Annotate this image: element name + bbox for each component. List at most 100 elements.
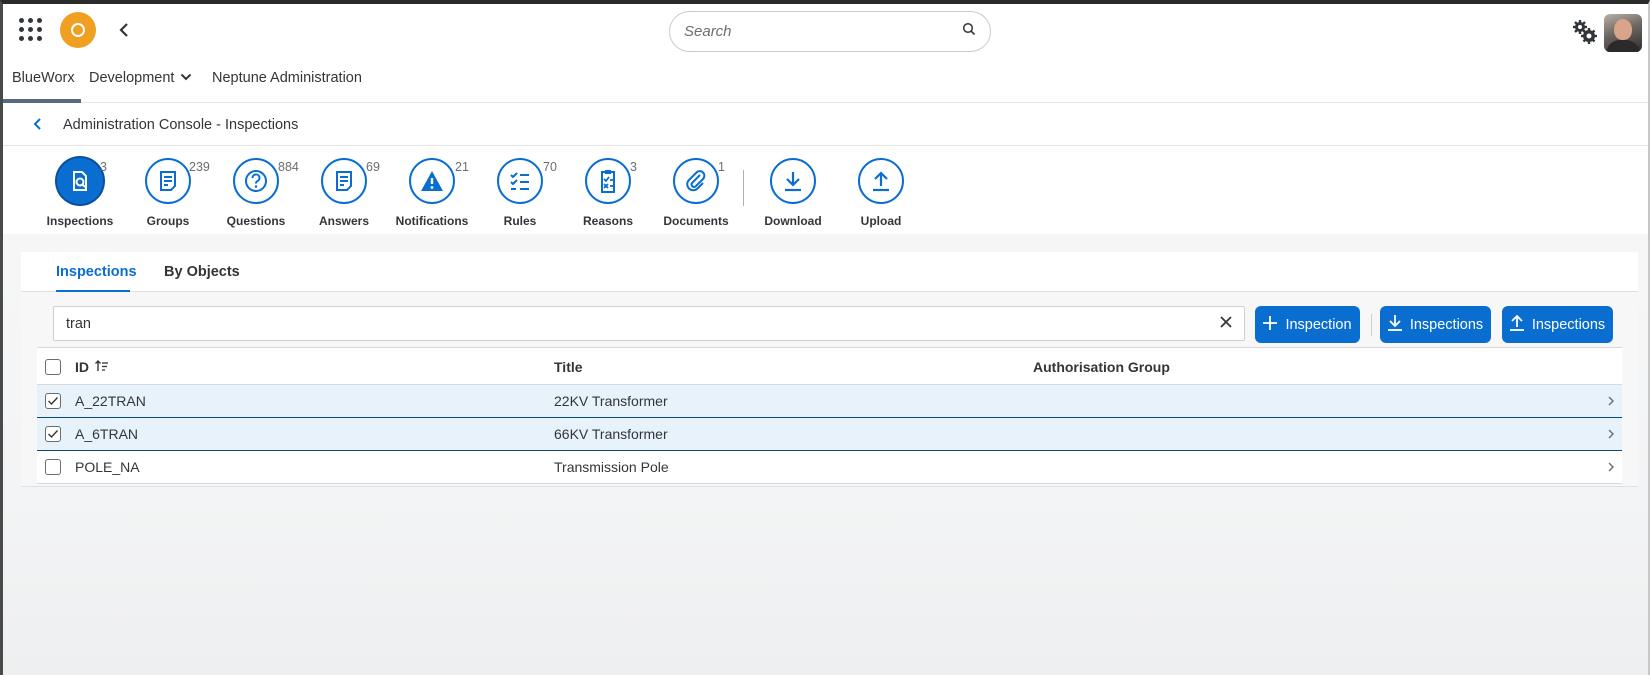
- grid-menu-icon[interactable]: [19, 18, 43, 42]
- column-label: ID: [75, 359, 89, 375]
- table-header: ID Title Authorisation Group: [37, 347, 1622, 385]
- cell-id: A_22TRAN: [75, 393, 146, 409]
- content-area: Inspections By Objects tran Inspection I…: [3, 234, 1648, 675]
- tab-notifications[interactable]: 21 Notifications: [390, 158, 474, 228]
- user-avatar[interactable]: [1604, 14, 1642, 52]
- column-header-id[interactable]: ID: [75, 359, 109, 375]
- nav-item-label: BlueWorx: [12, 70, 75, 86]
- button-label: Inspections: [1409, 316, 1484, 333]
- tab-rules[interactable]: 70 Rules: [478, 158, 562, 228]
- row-checkbox[interactable]: [45, 459, 61, 475]
- tab-separator: [743, 170, 744, 206]
- tab-questions[interactable]: 884 Questions: [214, 158, 299, 228]
- nav-item-development[interactable]: Development: [89, 70, 192, 86]
- plus-icon: [1263, 315, 1278, 334]
- filter-field[interactable]: tran: [53, 306, 1245, 341]
- sub-tab-bar: Inspections By Objects: [21, 252, 1638, 293]
- nav-item-label: Neptune Administration: [212, 70, 362, 86]
- cell-title: 22KV Transformer: [554, 393, 668, 409]
- row-checkbox[interactable]: [45, 393, 61, 409]
- tab-label: Rules: [503, 214, 537, 228]
- tab-count: 884: [278, 160, 299, 174]
- tab-download[interactable]: Download: [751, 158, 835, 228]
- chevron-down-icon: [180, 70, 192, 86]
- cell-title: 66KV Transformer: [554, 426, 668, 442]
- tab-count: 3: [100, 160, 107, 174]
- cell-title: Transmission Pole: [554, 459, 669, 475]
- button-label: Inspections: [1531, 316, 1606, 333]
- upload-icon: [1509, 314, 1524, 335]
- inspections-list-panel: tran Inspection Inspections Inspections: [21, 292, 1638, 487]
- checklist-clipboard-icon: [585, 158, 631, 204]
- nav-item-blueworx[interactable]: BlueWorx: [12, 70, 75, 86]
- column-header-title[interactable]: Title: [554, 359, 583, 375]
- inspections-table: ID Title Authorisation Group A_22TRAN 22…: [37, 347, 1622, 484]
- inspection-search-icon: [57, 158, 103, 204]
- tab-inspections[interactable]: 3 Inspections: [38, 158, 122, 228]
- tab-label: Upload: [860, 214, 902, 228]
- toolbar-separator: [1371, 314, 1372, 336]
- table-row[interactable]: POLE_NA Transmission Pole: [37, 451, 1622, 484]
- tab-label: Questions: [226, 214, 286, 228]
- tab-count: 21: [455, 160, 469, 174]
- download-icon: [770, 158, 816, 204]
- paperclip-icon: [673, 158, 719, 204]
- icon-tab-bar: 3 Inspections 239 Groups 884 Questions 6…: [3, 146, 1648, 238]
- tab-label: Inspections: [46, 214, 114, 228]
- tab-count: 1: [718, 160, 725, 174]
- tab-label: Documents: [663, 214, 729, 228]
- search-field[interactable]: Search: [669, 11, 991, 52]
- download-icon: [1387, 314, 1402, 335]
- chevron-right-icon[interactable]: [1605, 460, 1617, 474]
- question-mark-icon: [233, 158, 279, 204]
- sort-ascending-icon[interactable]: [95, 359, 109, 375]
- download-inspections-button[interactable]: Inspections: [1380, 306, 1491, 343]
- settings-gears-icon[interactable]: [1571, 18, 1599, 46]
- chevron-right-icon[interactable]: [1605, 427, 1617, 441]
- subtab-inspections[interactable]: Inspections: [56, 264, 137, 280]
- back-arrow-icon[interactable]: [113, 18, 135, 42]
- page-header: Administration Console - Inspections: [3, 103, 1648, 146]
- nav-item-neptune-administration[interactable]: Neptune Administration: [212, 70, 362, 86]
- tab-upload[interactable]: Upload: [839, 158, 923, 228]
- shell-bar: Search: [3, 4, 1648, 56]
- clear-icon[interactable]: [1220, 315, 1232, 333]
- tab-label: Groups: [146, 214, 190, 228]
- chevron-right-icon[interactable]: [1605, 394, 1617, 408]
- tab-groups[interactable]: 239 Groups: [126, 158, 210, 228]
- tab-label: Answers: [318, 214, 370, 228]
- upload-inspections-button[interactable]: Inspections: [1502, 306, 1613, 343]
- alert-triangle-icon: [409, 158, 455, 204]
- search-icon[interactable]: [962, 22, 976, 41]
- tab-count: 69: [366, 160, 380, 174]
- company-logo[interactable]: [60, 12, 96, 48]
- upload-icon: [858, 158, 904, 204]
- back-chevron-icon[interactable]: [29, 115, 47, 133]
- cell-id: A_6TRAN: [75, 426, 139, 442]
- tab-label: Reasons: [582, 214, 634, 228]
- tab-answers[interactable]: 69 Answers: [302, 158, 386, 228]
- column-header-authorisation-group[interactable]: Authorisation Group: [1033, 359, 1170, 375]
- search-input[interactable]: Search: [684, 23, 962, 40]
- button-label: Inspection: [1285, 316, 1352, 333]
- tab-label: Download: [764, 214, 822, 228]
- select-all-checkbox[interactable]: [45, 359, 61, 375]
- cell-id: POLE_NA: [75, 459, 140, 475]
- tab-count: 70: [543, 160, 557, 174]
- document-lines-icon: [145, 158, 191, 204]
- add-inspection-button[interactable]: Inspection: [1255, 306, 1360, 343]
- tab-count: 239: [189, 160, 210, 174]
- checklist-icon: [497, 158, 543, 204]
- nav-item-label: Development: [89, 70, 175, 86]
- page-title: Administration Console - Inspections: [63, 117, 299, 133]
- app-navigation: BlueWorx Development Neptune Administrat…: [3, 56, 1648, 103]
- row-checkbox[interactable]: [45, 426, 61, 442]
- tab-reasons[interactable]: 3 Reasons: [566, 158, 650, 228]
- tab-documents[interactable]: 1 Documents: [654, 158, 738, 228]
- subtab-by-objects[interactable]: By Objects: [164, 264, 240, 280]
- tab-count: 3: [630, 160, 637, 174]
- table-row[interactable]: A_22TRAN 22KV Transformer: [37, 385, 1622, 418]
- table-row[interactable]: A_6TRAN 66KV Transformer: [37, 418, 1622, 451]
- filter-input[interactable]: tran: [66, 316, 1220, 332]
- tab-label: Notifications: [395, 214, 469, 228]
